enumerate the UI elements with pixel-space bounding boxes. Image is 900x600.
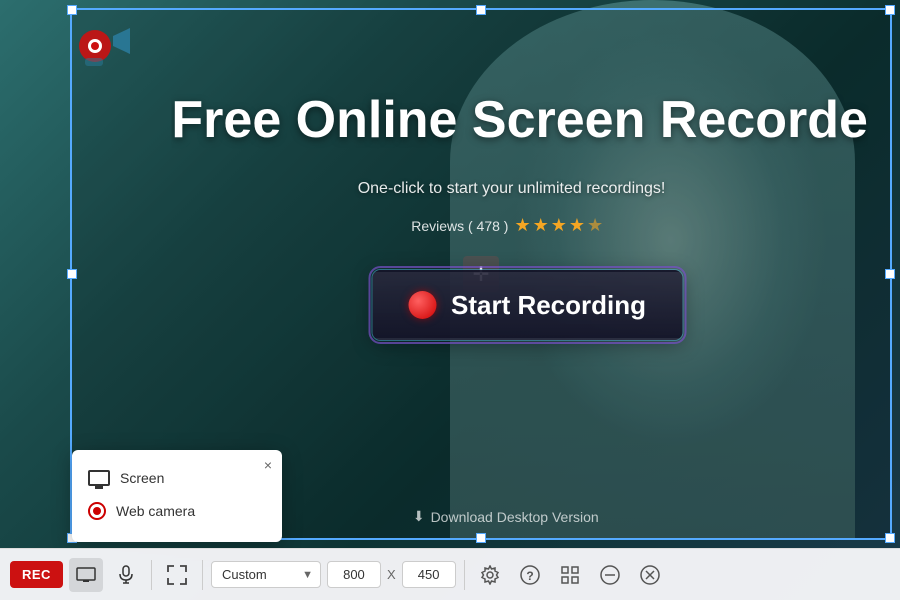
size-separator: X xyxy=(387,567,396,582)
start-recording-label: Start Recording xyxy=(451,290,646,321)
handle-top-right[interactable] xyxy=(885,5,895,15)
handle-top-left[interactable] xyxy=(67,5,77,15)
toolbar-divider-1 xyxy=(151,560,152,590)
mic-button[interactable] xyxy=(109,558,143,592)
handle-middle-left[interactable] xyxy=(67,269,77,279)
width-input[interactable] xyxy=(327,561,381,588)
subtitle: One-click to start your unlimited record… xyxy=(358,180,666,198)
screen-toggle-button[interactable] xyxy=(69,558,103,592)
handle-bottom-right[interactable] xyxy=(885,533,895,543)
apps-button[interactable] xyxy=(553,558,587,592)
reviews-row: Reviews ( 478 ) ★★★★★ xyxy=(411,215,605,236)
close-icon xyxy=(640,565,660,585)
minimize-button[interactable] xyxy=(593,558,627,592)
handle-top-center[interactable] xyxy=(476,5,486,15)
height-input[interactable] xyxy=(402,561,456,588)
screen-icon xyxy=(76,567,96,583)
start-recording-button[interactable]: Start Recording xyxy=(373,270,683,340)
source-popup: × Screen Web camera xyxy=(72,450,282,542)
handle-middle-right[interactable] xyxy=(885,269,895,279)
svg-text:?: ? xyxy=(526,569,533,583)
record-dot-icon xyxy=(409,291,437,319)
close-button[interactable] xyxy=(633,558,667,592)
handle-bottom-center[interactable] xyxy=(476,533,486,543)
toolbar-divider-3 xyxy=(464,560,465,590)
logo-icon xyxy=(75,18,135,68)
help-button[interactable]: ? xyxy=(513,558,547,592)
stars-display: ★★★★★ xyxy=(514,215,605,236)
rec-button[interactable]: REC xyxy=(10,561,63,588)
expand-button[interactable] xyxy=(160,558,194,592)
gear-icon xyxy=(480,565,500,585)
download-icon: ⬇ xyxy=(413,508,425,525)
main-title: Free Online Screen Recorde xyxy=(171,90,868,150)
download-link[interactable]: ⬇ Download Desktop Version xyxy=(413,508,599,525)
size-preset-select[interactable]: Custom Full Screen 1920x1080 1280x720 80… xyxy=(211,561,321,588)
webcam-option[interactable]: Web camera xyxy=(88,494,266,528)
size-preset-wrapper: Custom Full Screen 1920x1080 1280x720 80… xyxy=(211,561,321,588)
toolbar-divider-2 xyxy=(202,560,203,590)
minus-icon xyxy=(600,565,620,585)
reviews-label: Reviews ( 478 ) xyxy=(411,218,508,234)
toolbar: REC Custom Full Screen 1920x1080 xyxy=(0,548,900,600)
grid-icon xyxy=(561,566,579,584)
webcam-option-label: Web camera xyxy=(116,503,195,519)
mic-icon xyxy=(118,565,134,585)
screen-option-label: Screen xyxy=(120,470,164,486)
webcam-radio-icon xyxy=(88,502,106,520)
download-label: Download Desktop Version xyxy=(431,509,599,525)
logo-area xyxy=(75,18,135,68)
settings-button[interactable] xyxy=(473,558,507,592)
help-icon: ? xyxy=(520,565,540,585)
popup-close-button[interactable]: × xyxy=(264,458,272,472)
expand-icon xyxy=(167,565,187,585)
screen-option-icon xyxy=(88,470,110,486)
webcam-radio-fill xyxy=(93,507,101,515)
screen-option[interactable]: Screen xyxy=(88,462,266,494)
